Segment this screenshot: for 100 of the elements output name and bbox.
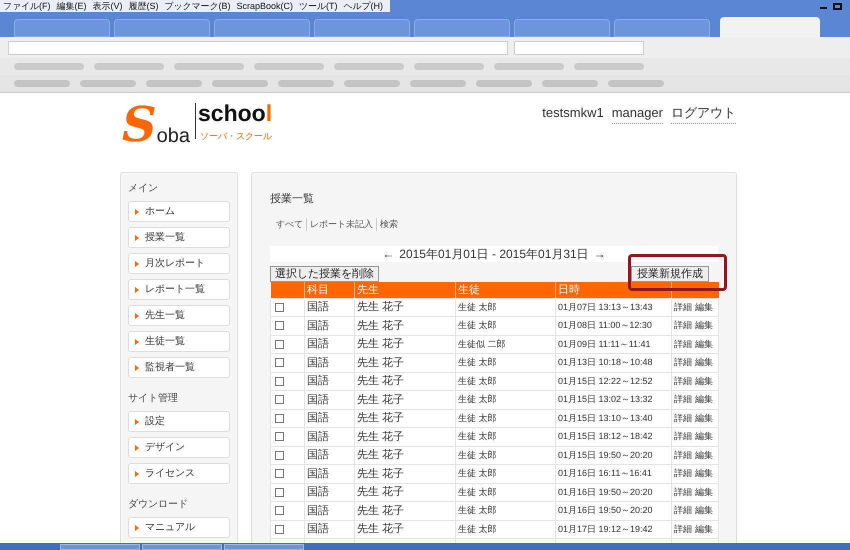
action-link[interactable]: 編集: [695, 302, 713, 312]
menu-item[interactable]: ヘルプ(H): [340, 0, 386, 12]
maximize-icon[interactable]: [833, 2, 842, 10]
checkbox[interactable]: [275, 376, 284, 386]
browser-tab[interactable]: [114, 19, 210, 37]
sidebar-item[interactable]: レポート一覧: [128, 279, 230, 300]
action-link[interactable]: 編集: [695, 468, 713, 478]
browser-tab[interactable]: [514, 19, 610, 37]
checkbox[interactable]: [275, 488, 284, 497]
search-field[interactable]: [514, 40, 644, 54]
browser-tab[interactable]: [720, 17, 820, 37]
action-link[interactable]: 詳細: [674, 486, 692, 496]
bookmark-item[interactable]: [174, 63, 244, 70]
bookmark-item[interactable]: [254, 63, 324, 70]
checkbox[interactable]: [275, 395, 284, 404]
toolbar-item[interactable]: [410, 80, 466, 87]
checkbox[interactable]: [275, 340, 284, 349]
header-link[interactable]: manager: [612, 103, 663, 124]
sidebar-item[interactable]: 授業一覧: [128, 227, 230, 248]
sidebar-item[interactable]: 先生一覧: [128, 305, 230, 326]
action-link[interactable]: 詳細: [674, 376, 692, 386]
action-link[interactable]: 詳細: [674, 338, 692, 348]
delete-button[interactable]: 選択した授業を削除: [270, 266, 379, 282]
browser-tab[interactable]: [14, 19, 110, 37]
bookmark-item[interactable]: [94, 63, 164, 70]
sidebar-item[interactable]: ライセンス: [128, 463, 230, 484]
toolbar-item[interactable]: [212, 80, 268, 87]
sidebar-item[interactable]: デザイン: [128, 437, 230, 458]
menu-item[interactable]: ブックマーク(B): [162, 0, 234, 12]
checkbox[interactable]: [275, 524, 284, 534]
toolbar-item[interactable]: [146, 80, 202, 87]
taskbar-button[interactable]: [224, 544, 304, 550]
checkbox[interactable]: [275, 469, 284, 478]
menu-item[interactable]: 表示(V): [90, 0, 126, 12]
taskbar-button[interactable]: [142, 544, 222, 550]
minimize-icon[interactable]: [820, 7, 827, 9]
bookmark-item[interactable]: [574, 63, 644, 70]
bookmark-item[interactable]: [334, 63, 404, 70]
action-link[interactable]: 詳細: [674, 468, 692, 478]
toolbar-item[interactable]: [542, 80, 598, 87]
checkbox[interactable]: [275, 506, 284, 516]
toolbar-item[interactable]: [344, 80, 400, 87]
address-field[interactable]: [8, 40, 508, 54]
action-link[interactable]: 詳細: [674, 412, 692, 422]
toolbar-item[interactable]: [476, 80, 532, 87]
menu-item[interactable]: ScrapBook(C): [234, 0, 296, 12]
action-link[interactable]: 編集: [695, 320, 713, 330]
action-link[interactable]: 編集: [695, 338, 713, 348]
action-link[interactable]: 編集: [695, 505, 713, 515]
action-link[interactable]: 編集: [695, 412, 713, 422]
filter-link[interactable]: レポート未記入: [306, 218, 376, 231]
bookmark-item[interactable]: [494, 63, 564, 70]
checkbox[interactable]: [275, 450, 284, 460]
action-link[interactable]: 編集: [695, 486, 713, 496]
action-link[interactable]: 詳細: [674, 524, 692, 534]
toolbar-item[interactable]: [278, 80, 334, 87]
menu-item[interactable]: ツール(T): [296, 0, 341, 12]
header-link[interactable]: ログアウト: [671, 103, 736, 124]
action-link[interactable]: 詳細: [674, 357, 692, 367]
action-link[interactable]: 編集: [695, 524, 713, 534]
checkbox[interactable]: [275, 302, 284, 312]
checkbox[interactable]: [275, 358, 284, 368]
next-link[interactable]: →: [594, 245, 606, 263]
previous-link[interactable]: ←: [382, 245, 394, 263]
taskbar-button[interactable]: [60, 544, 140, 550]
bookmark-item[interactable]: [14, 63, 84, 70]
sidebar-item[interactable]: 月次レポート: [128, 253, 230, 274]
action-link[interactable]: 編集: [695, 394, 713, 404]
toolbar-item[interactable]: [608, 80, 664, 87]
sidebar-item[interactable]: 監視者一覧: [128, 357, 230, 378]
action-link[interactable]: 詳細: [674, 320, 692, 330]
action-link[interactable]: 編集: [695, 376, 713, 386]
action-link[interactable]: 編集: [695, 431, 713, 441]
sidebar-item[interactable]: ホーム: [128, 201, 230, 222]
browser-tab[interactable]: [314, 19, 410, 37]
action-link[interactable]: 編集: [695, 357, 713, 367]
action-link[interactable]: 詳細: [674, 431, 692, 441]
toolbar-item[interactable]: [80, 80, 136, 87]
toolbar-item[interactable]: [14, 80, 70, 87]
new-lesson-button[interactable]: 授業新規作成: [631, 266, 709, 282]
checkbox[interactable]: [275, 321, 284, 330]
sidebar-item[interactable]: 設定: [128, 411, 230, 432]
action-link[interactable]: 詳細: [674, 302, 692, 312]
bookmark-item[interactable]: [414, 63, 484, 70]
filter-link[interactable]: 検索: [376, 218, 401, 231]
menu-item[interactable]: 編集(E): [54, 0, 90, 12]
action-link[interactable]: 詳細: [674, 450, 692, 460]
action-link[interactable]: 詳細: [674, 505, 692, 515]
sidebar-item[interactable]: マニュアル: [128, 517, 230, 538]
browser-tab[interactable]: [614, 19, 710, 37]
checkbox[interactable]: [275, 432, 284, 442]
browser-tab[interactable]: [414, 19, 510, 37]
menu-item[interactable]: ファイル(F): [0, 0, 54, 12]
sidebar-item[interactable]: 生徒一覧: [128, 331, 230, 352]
menu-item[interactable]: 履歴(S): [126, 0, 162, 12]
browser-tab[interactable]: [214, 19, 310, 37]
action-link[interactable]: 詳細: [674, 394, 692, 404]
action-link[interactable]: 編集: [695, 450, 713, 460]
checkbox[interactable]: [275, 414, 284, 423]
filter-link[interactable]: すべて: [273, 218, 306, 231]
